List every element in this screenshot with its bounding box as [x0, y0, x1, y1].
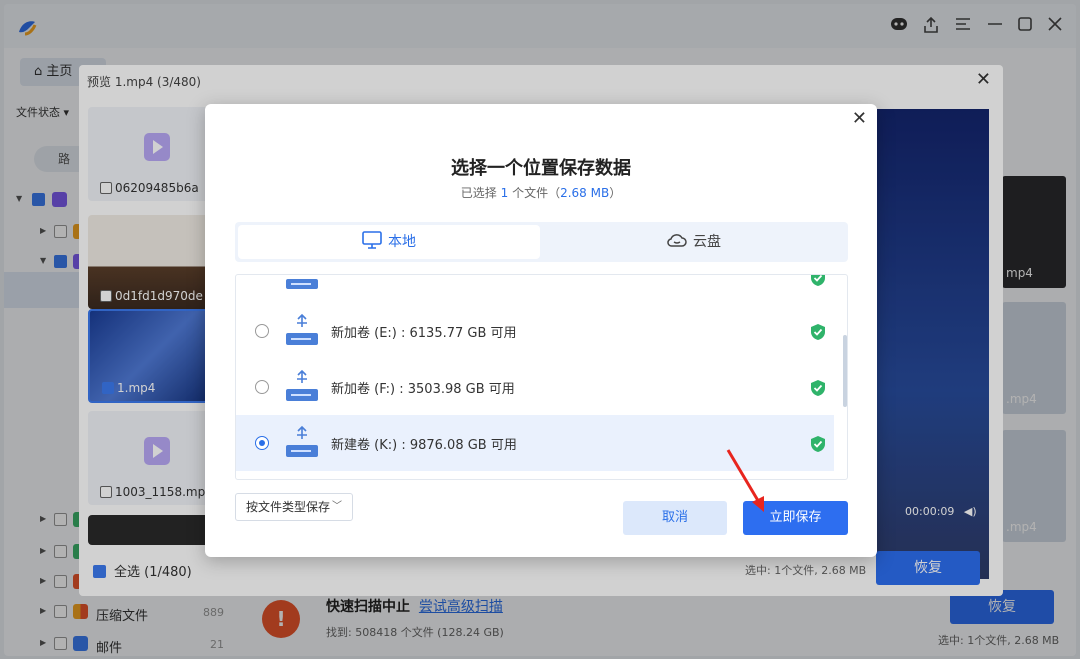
drive-item-partial[interactable] — [236, 275, 834, 305]
drive-item-e[interactable]: 新加卷 (E:) : 6135.77 GB 可用 — [236, 303, 834, 359]
drive-item-f[interactable]: 新加卷 (F:) : 3503.98 GB 可用 — [236, 359, 834, 415]
drive-radio-selected[interactable] — [255, 436, 269, 450]
tab-local-label: 本地 — [388, 234, 416, 250]
cloud-icon — [667, 234, 687, 247]
tab-cloud[interactable]: 云盘 — [543, 225, 845, 259]
drive-radio[interactable] — [255, 324, 269, 338]
chevron-down-icon: ﹀ — [332, 501, 342, 512]
save-by-type-label: 按文件类型保存 — [246, 500, 331, 514]
usb-drive-icon — [286, 425, 318, 457]
usb-drive-icon — [286, 313, 318, 345]
dialog-subtitle: 已选择 1 个文件（2.68 MB） — [205, 184, 877, 201]
verified-shield-icon — [811, 436, 825, 452]
subtitle-prefix: 已选择 — [460, 186, 497, 200]
subtitle-suffix: ） — [609, 186, 622, 200]
save-by-type-dropdown[interactable]: 按文件类型保存 ﹀ — [235, 493, 353, 521]
subtitle-mid: 个文件（ — [512, 186, 561, 200]
drive-label: 新建卷 (K:) : 9876.08 GB 可用 — [331, 438, 517, 453]
usb-drive-icon — [286, 279, 318, 289]
drive-list-scrollbar[interactable] — [843, 335, 847, 407]
usb-drive-icon — [286, 369, 318, 401]
selected-size: 2.68 MB — [560, 186, 610, 200]
tab-local[interactable]: 本地 — [238, 225, 540, 259]
tab-cloud-label: 云盘 — [693, 234, 721, 250]
close-icon[interactable]: ✕ — [852, 108, 867, 129]
selected-count: 1 — [500, 186, 509, 200]
verified-shield-icon — [811, 380, 825, 396]
verified-shield-icon — [811, 324, 825, 340]
verified-shield-icon — [811, 275, 825, 286]
drive-label: 新加卷 (F:) : 3503.98 GB 可用 — [331, 382, 515, 397]
dialog-title: 选择一个位置保存数据 — [451, 158, 631, 179]
drive-radio[interactable] — [255, 380, 269, 394]
cancel-button[interactable]: 取消 — [623, 501, 727, 535]
drive-label: 新加卷 (E:) : 6135.77 GB 可用 — [331, 326, 517, 341]
monitor-icon — [362, 231, 382, 249]
storage-tabs: 本地 云盘 — [235, 222, 848, 262]
annotation-arrow-icon — [726, 449, 764, 512]
save-location-dialog: ✕ 选择一个位置保存数据 已选择 1 个文件（2.68 MB） 本地 云盘 新加… — [205, 104, 877, 557]
